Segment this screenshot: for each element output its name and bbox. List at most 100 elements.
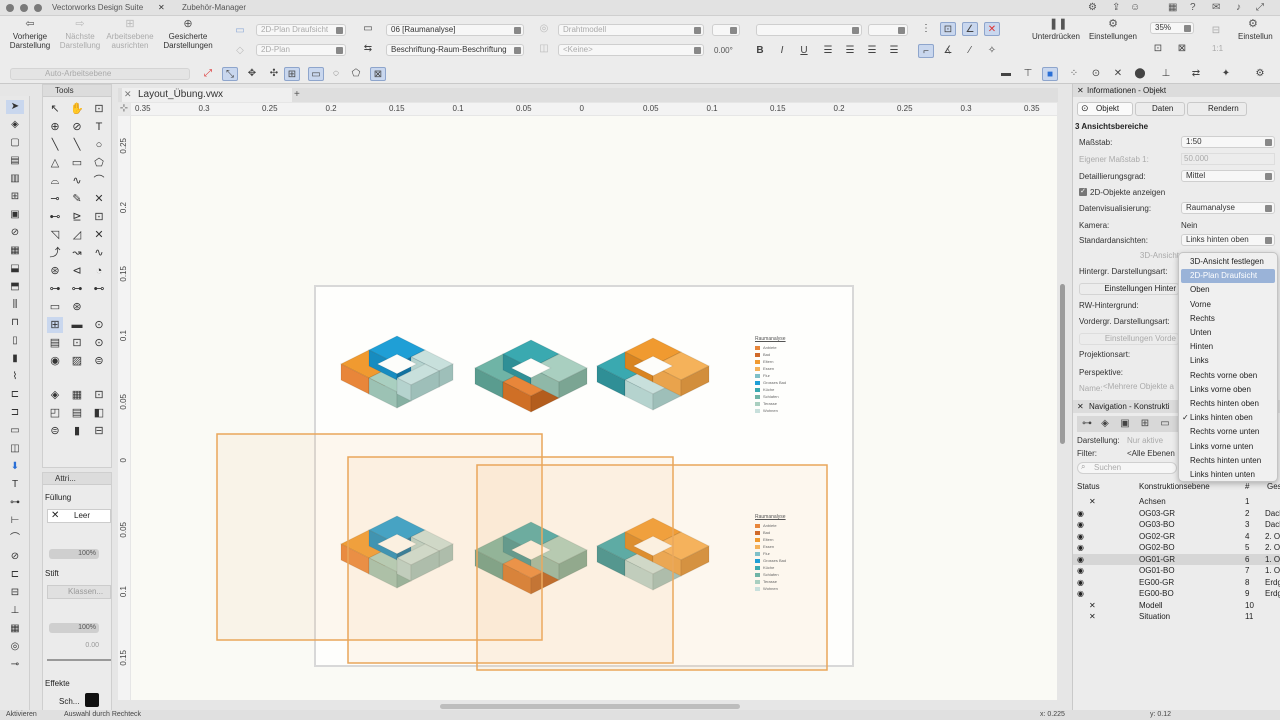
tool-icon-30[interactable]: ▦ <box>6 622 24 636</box>
shadow-swatch[interactable] <box>85 693 99 707</box>
col-num[interactable]: # <box>1245 482 1249 491</box>
tool-icon-24[interactable]: ⊢ <box>6 514 24 528</box>
document-tab[interactable]: Layout_Übung.vwx <box>122 88 292 102</box>
tool-51-icon[interactable]: ◧ <box>91 405 107 421</box>
tool-11-icon[interactable]: ▭ <box>69 155 85 171</box>
bar-icon-6[interactable]: ✕ <box>1110 67 1126 81</box>
view-mode-select[interactable]: 2D-Plan Draufsicht <box>256 24 346 36</box>
table-row[interactable]: ✕ Achsen 1 <box>1073 496 1280 507</box>
mode-e-icon[interactable]: ⊞ <box>284 67 300 81</box>
font-select[interactable] <box>712 24 740 36</box>
col-layer[interactable]: Konstruktionsebene <box>1139 482 1210 491</box>
tool-icon-25[interactable]: ⌒ <box>6 532 24 546</box>
mode-f-icon[interactable]: ⊠ <box>370 67 386 81</box>
tool-icon-6[interactable]: ⊞ <box>6 190 24 204</box>
table-row[interactable]: ✕ Modell 10 <box>1073 600 1280 611</box>
tool-7-icon[interactable]: ╲ <box>47 137 63 153</box>
tool-icon-7[interactable]: ▣ <box>6 208 24 222</box>
pen-width[interactable]: 0.00 <box>49 641 99 651</box>
bar-icon-5[interactable]: ⊙ <box>1088 67 1104 81</box>
tool-13-icon[interactable]: ⌓ <box>47 173 63 189</box>
eye-icon[interactable]: ◉ <box>1077 532 1084 541</box>
hidden-icon[interactable]: ✕ <box>1089 497 1096 506</box>
align-left-icon[interactable]: ☰ <box>820 44 836 58</box>
eye-icon[interactable]: ◉ <box>1077 543 1084 552</box>
ruler-origin-icon[interactable]: ⊹ <box>118 103 130 115</box>
tool-3-icon[interactable]: ⊡ <box>91 101 107 117</box>
snap-grid-icon[interactable]: ⋮ <box>918 22 934 36</box>
align-right-icon[interactable]: ☰ <box>864 44 880 58</box>
table-row[interactable]: ◉ EG00-BO 9 Erdg <box>1073 588 1280 599</box>
bell-icon[interactable]: ♪ <box>1236 2 1241 14</box>
menu-item[interactable]: Rechts <box>1179 312 1277 326</box>
zoom-objects-icon[interactable]: ⊠ <box>1174 42 1190 56</box>
nav-icon-5[interactable]: ▭ <box>1157 417 1173 431</box>
tool-10-icon[interactable]: △ <box>47 155 63 171</box>
mode-a-icon[interactable]: ⤢ <box>200 67 216 81</box>
tool-26-icon[interactable]: ↝ <box>69 245 85 261</box>
table-row[interactable]: ◉ OG01-GR 6 1. OG <box>1073 553 1280 565</box>
bar-icon-9[interactable]: ⇄ <box>1188 67 1204 81</box>
tool-35-icon[interactable]: ⊛ <box>69 299 85 315</box>
menu-item[interactable]: Unten <box>1179 326 1277 340</box>
add-tab-icon[interactable]: + <box>294 89 300 100</box>
bar-icon-11[interactable]: ⚙ <box>1252 67 1268 81</box>
snap-intersect-icon[interactable]: ✕ <box>984 22 1000 36</box>
italic-button[interactable]: I <box>774 44 790 58</box>
pen-class-select[interactable]: Klassen... <box>47 585 111 599</box>
eye-icon[interactable]: ◉ <box>1077 520 1084 529</box>
menu-item[interactable]: Oben <box>1179 283 1277 297</box>
tool-30-icon[interactable]: ◔ <box>91 263 107 279</box>
text-tool-icon[interactable]: T <box>6 478 24 492</box>
drawing-canvas[interactable]: Raumanalyse Anbiete Bad Eltern Essen Flur Gros… <box>131 116 1057 700</box>
font-family-select[interactable] <box>756 24 862 36</box>
fg-settings-button[interactable]: Einstellungen Vorde <box>1079 333 1179 345</box>
eye-icon[interactable]: ◉ <box>1077 589 1084 598</box>
col-status[interactable]: Status <box>1077 482 1100 491</box>
tool-31-icon[interactable]: ⊶ <box>47 281 63 297</box>
tool-icon-12[interactable]: ⫼ <box>6 298 24 312</box>
user-icon[interactable]: ☺ <box>1130 2 1140 14</box>
datavis-select[interactable]: Raumanalyse <box>1181 202 1275 214</box>
nav-icon-4[interactable]: ⊞ <box>1137 417 1153 431</box>
tool-21-icon[interactable]: ⊡ <box>91 209 107 225</box>
snap-angle-icon[interactable]: ∠ <box>962 22 978 36</box>
justify-icon[interactable]: ☰ <box>886 44 902 58</box>
vertical-scrollbar[interactable] <box>1060 284 1065 444</box>
bar-icon-3[interactable]: ■ <box>1042 67 1058 81</box>
tool-1-icon[interactable]: ↖ <box>47 101 63 117</box>
settings2-button[interactable]: ⚙ Einstellun <box>1238 18 1280 41</box>
class-select[interactable]: 06 [Raumanalyse] <box>386 24 524 36</box>
second-tab[interactable]: Zubehör-Manager <box>182 2 246 14</box>
snap-edge-icon[interactable]: ⌐ <box>918 44 934 58</box>
bar-icon-1[interactable]: ▬ <box>998 67 1014 81</box>
tool-icon-10[interactable]: ⬓ <box>6 262 24 276</box>
tool-2-icon[interactable]: ✋ <box>69 101 85 117</box>
tool-icon-21[interactable]: ⬇ <box>6 460 24 474</box>
tool-42-icon[interactable]: ⊙ <box>91 335 107 351</box>
tool-16-icon[interactable]: ⊸ <box>47 191 63 207</box>
tool-46-icon[interactable]: ◈ <box>47 387 63 403</box>
tool-37-icon[interactable]: ⊞ <box>47 317 63 333</box>
tool-50-icon[interactable]: ▤ <box>69 405 85 421</box>
close-tab-icon[interactable]: ✕ <box>158 2 165 14</box>
tool-icon-11[interactable]: ⬒ <box>6 280 24 294</box>
tool-20-icon[interactable]: ⊵ <box>69 209 85 225</box>
help-icon[interactable]: ? <box>1190 2 1196 14</box>
tool-icon-32[interactable]: ⊸ <box>6 658 24 672</box>
table-row[interactable]: ◉ OG01-BO 7 1. OG <box>1073 565 1280 576</box>
tool-40-icon[interactable]: ▤ <box>47 335 63 351</box>
tool-17-icon[interactable]: ✎ <box>69 191 85 207</box>
menu-item[interactable]: Rechts hinten unten <box>1179 454 1277 468</box>
own-scale-input[interactable]: 50.000 <box>1181 153 1275 165</box>
tool-19-icon[interactable]: ⊷ <box>47 209 63 225</box>
label-select[interactable]: Beschriftung-Raum-Beschriftung <box>386 44 524 56</box>
mode-c-icon[interactable]: ✥ <box>244 67 260 81</box>
gear-icon[interactable]: ⚙ <box>1088 2 1097 14</box>
fill-opacity[interactable]: 100% <box>49 549 99 559</box>
tool-44-icon[interactable]: ▨ <box>69 353 85 369</box>
tool-49-icon[interactable]: ◰ <box>47 405 63 421</box>
menu-item[interactable]: Links hinten oben <box>1179 411 1277 425</box>
snap-center-icon[interactable]: ✧ <box>984 44 1000 58</box>
tool-icon-23[interactable]: ⊶ <box>6 496 24 510</box>
